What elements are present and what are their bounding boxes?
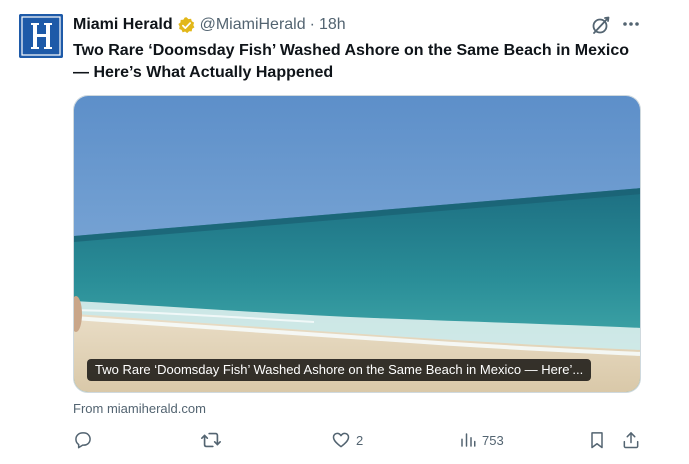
beach-photo — [74, 96, 640, 392]
views-icon — [461, 433, 476, 447]
avatar[interactable] — [19, 14, 63, 58]
grok-icon[interactable] — [590, 14, 612, 36]
card-caption: Two Rare ‘Doomsday Fish’ Washed Ashore o… — [87, 359, 592, 381]
post-time[interactable]: 18h — [319, 16, 346, 34]
repost-icon — [201, 432, 221, 448]
more-icon[interactable] — [620, 13, 642, 35]
share-button[interactable] — [621, 428, 641, 452]
heart-icon — [332, 432, 350, 448]
like-button[interactable]: 2 — [331, 428, 363, 452]
bookmark-icon — [591, 432, 603, 449]
reply-button[interactable] — [73, 428, 93, 452]
action-bar: 2 753 — [73, 428, 648, 452]
link-card[interactable]: Two Rare ‘Doomsday Fish’ Washed Ashore o… — [73, 95, 641, 393]
repost-button[interactable] — [200, 428, 222, 452]
reply-icon — [75, 432, 91, 449]
share-icon — [623, 432, 639, 449]
author-handle[interactable]: @MiamiHerald — [200, 16, 306, 34]
view-count: 753 — [482, 432, 504, 448]
post[interactable]: Miami Herald @MiamiHerald · 18h Two Rare… — [0, 0, 689, 464]
like-count: 2 — [356, 432, 364, 448]
bookmark-button[interactable] — [587, 428, 607, 452]
views-button[interactable]: 753 — [459, 428, 504, 452]
verified-badge-icon — [177, 16, 195, 33]
separator-dot: · — [309, 16, 315, 33]
post-text: Two Rare ‘Doomsday Fish’ Washed Ashore o… — [73, 42, 629, 81]
post-header: Miami Herald @MiamiHerald · 18h — [73, 14, 346, 36]
link-source[interactable]: From miamiherald.com — [73, 401, 206, 416]
miami-herald-logo — [19, 14, 63, 58]
author-name[interactable]: Miami Herald — [73, 16, 173, 34]
